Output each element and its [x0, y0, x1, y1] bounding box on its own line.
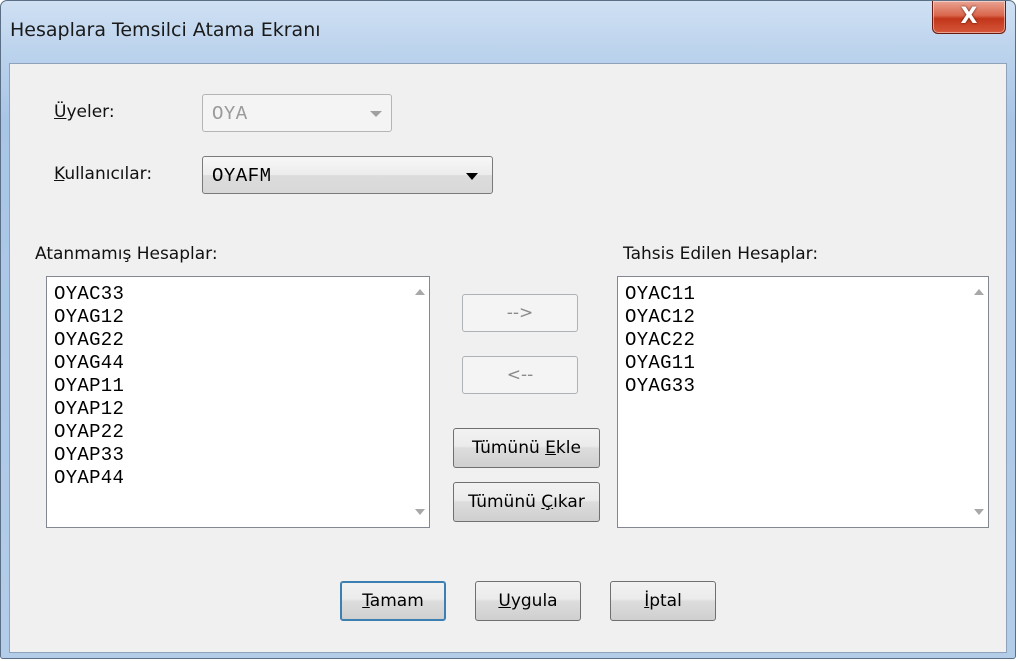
list-item[interactable]: OYAG44 — [47, 352, 409, 375]
unassigned-scrollbar[interactable] — [410, 277, 429, 527]
title-bar[interactable]: Hesaplara Temsilci Atama Ekranı X — [1, 1, 1015, 63]
dialog-body: Üyeler: OYA Kullanıcılar: OYAFM Atanmamı… — [9, 63, 1007, 653]
users-dropdown[interactable]: OYAFM — [202, 156, 493, 194]
close-button[interactable]: X — [932, 1, 1006, 34]
remove-selected-label: <-- — [506, 365, 534, 385]
unassigned-accounts-label: Atanmamış Hesaplar: — [35, 244, 218, 264]
list-item[interactable]: OYAP33 — [47, 444, 409, 467]
apply-button[interactable]: Uygula — [475, 581, 581, 621]
window-title: Hesaplara Temsilci Atama Ekranı — [10, 19, 321, 41]
assigned-items: OYAC11 OYAC12 OYAC22 OYAG11 OYAG33 — [618, 283, 968, 398]
list-item[interactable]: OYAC22 — [618, 329, 968, 352]
add-selected-label: --> — [506, 303, 534, 323]
dialog-window: Hesaplara Temsilci Atama Ekranı X Üyeler… — [0, 0, 1016, 659]
users-label: Kullanıcılar: — [54, 164, 153, 184]
assigned-scrollbar[interactable] — [969, 277, 988, 527]
list-item[interactable]: OYAC12 — [618, 306, 968, 329]
assigned-accounts-list[interactable]: OYAC11 OYAC12 OYAC22 OYAG11 OYAG33 — [617, 276, 989, 528]
list-item[interactable]: OYAP44 — [47, 467, 409, 490]
list-item[interactable]: OYAP11 — [47, 375, 409, 398]
list-item[interactable]: OYAG22 — [47, 329, 409, 352]
list-item[interactable]: OYAP22 — [47, 421, 409, 444]
cancel-button[interactable]: İptal — [610, 581, 716, 621]
chevron-down-icon — [466, 173, 478, 180]
list-item[interactable]: OYAC33 — [47, 283, 409, 306]
list-item[interactable]: OYAG12 — [47, 306, 409, 329]
unassigned-accounts-list[interactable]: OYAC33 OYAG12 OYAG22 OYAG44 OYAP11 OYAP12 OYAP… — [46, 276, 430, 528]
scroll-down-icon[interactable] — [974, 509, 984, 515]
close-icon: X — [960, 4, 978, 29]
scroll-up-icon[interactable] — [415, 289, 425, 295]
add-all-button[interactable]: Tümünü Ekle — [453, 428, 600, 468]
assigned-accounts-label: Tahsis Edilen Hesaplar: — [623, 244, 819, 264]
list-item[interactable]: OYAC11 — [618, 283, 968, 306]
chevron-down-icon — [370, 111, 382, 117]
ok-button[interactable]: Tamam — [340, 581, 446, 621]
remove-all-button[interactable]: Tümünü Çıkar — [453, 482, 600, 522]
list-item[interactable]: OYAP12 — [47, 398, 409, 421]
scroll-down-icon[interactable] — [415, 509, 425, 515]
members-label: Üyeler: — [54, 102, 115, 122]
members-value: OYA — [212, 103, 248, 125]
users-value: OYAFM — [212, 165, 272, 187]
scroll-up-icon[interactable] — [974, 289, 984, 295]
unassigned-items: OYAC33 OYAG12 OYAG22 OYAG44 OYAP11 OYAP12 OYAP… — [47, 283, 409, 490]
members-dropdown[interactable]: OYA — [202, 94, 392, 132]
list-item[interactable]: OYAG33 — [618, 375, 968, 398]
remove-selected-button[interactable]: <-- — [462, 356, 578, 394]
list-item[interactable]: OYAG11 — [618, 352, 968, 375]
add-selected-button[interactable]: --> — [462, 294, 578, 332]
